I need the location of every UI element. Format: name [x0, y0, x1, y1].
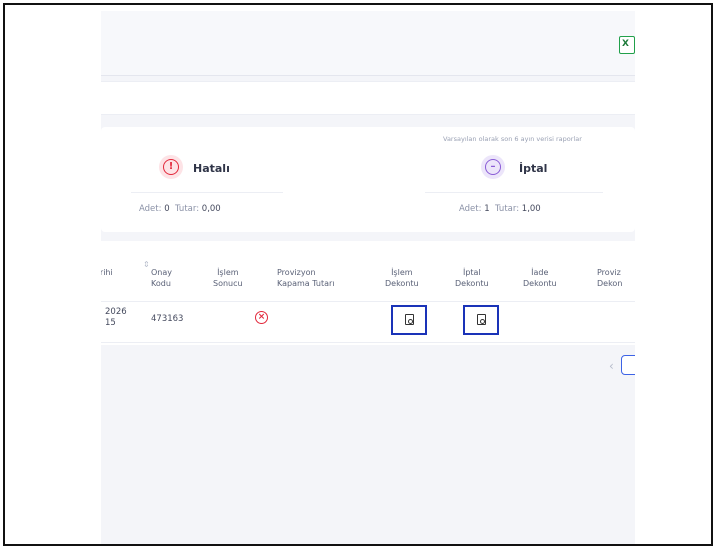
column-header-provision-amount: Provizyon Kapama Tutarı: [277, 268, 335, 288]
table-row-date: 2026 15: [105, 307, 127, 328]
excel-export-button[interactable]: X: [619, 36, 635, 54]
error-circle-icon: ×: [255, 311, 268, 324]
islem-receipt-pdf-button[interactable]: [391, 305, 427, 335]
error-card-title: Hatalı: [193, 162, 230, 175]
error-amount: 0,00: [201, 204, 221, 214]
column-header-islem-receipt: İşlem Dekontu: [385, 268, 419, 288]
summary-cards: Varsayılan olarak son 6 ayın verisi rapo…: [101, 127, 635, 232]
divider: [425, 192, 603, 193]
excel-icon: X: [622, 39, 629, 49]
screenshot-frame: X Varsayılan olarak son 6 ayın verisi ra…: [3, 3, 713, 546]
column-header-date[interactable]: arihi: [101, 267, 113, 278]
table-row-approval-code: 473163: [151, 314, 184, 324]
report-panel: X Varsayılan olarak son 6 ayın verisi ra…: [101, 11, 635, 544]
sort-icon[interactable]: ⇕: [143, 260, 150, 269]
chevron-left-icon[interactable]: ‹: [609, 359, 614, 373]
error-card-stats: Adet: 0 Tutar: 0,00: [139, 204, 221, 214]
error-count: 0: [164, 204, 170, 214]
header-toolbar: X: [101, 11, 635, 75]
divider: [101, 342, 635, 343]
divider: [101, 301, 635, 302]
default-range-note: Varsayılan olarak son 6 ayın verisi rapo…: [443, 135, 582, 143]
column-header-iptal-receipt: İptal Dekontu: [455, 268, 489, 288]
alert-circle-icon: !: [159, 155, 183, 179]
cancel-card-title: İptal: [519, 162, 548, 175]
divider: [131, 192, 283, 193]
cancel-card-stats: Adet: 1 Tutar: 1,00: [459, 204, 541, 214]
divider: [101, 75, 635, 76]
iptal-receipt-pdf-button[interactable]: [463, 305, 499, 335]
cancel-count: 1: [484, 204, 490, 214]
column-header-result: İşlem Sonucu: [213, 268, 243, 288]
pdf-icon: [477, 314, 486, 325]
pagination-page-button[interactable]: [621, 355, 635, 375]
cancel-amount: 1,00: [521, 204, 541, 214]
column-header-approval-code: Onay Kodu: [151, 268, 173, 288]
transactions-table: arihi ⇕ OnayKodu İşlemSonucu ProvizyonKa…: [101, 241, 635, 345]
filter-bar[interactable]: [101, 81, 635, 115]
column-header-iade-receipt: İade Dekontu: [523, 268, 557, 288]
minus-circle-icon: –: [481, 155, 505, 179]
pdf-icon: [405, 314, 414, 325]
column-header-provision-receipt: Proviz Dekon: [597, 268, 623, 288]
